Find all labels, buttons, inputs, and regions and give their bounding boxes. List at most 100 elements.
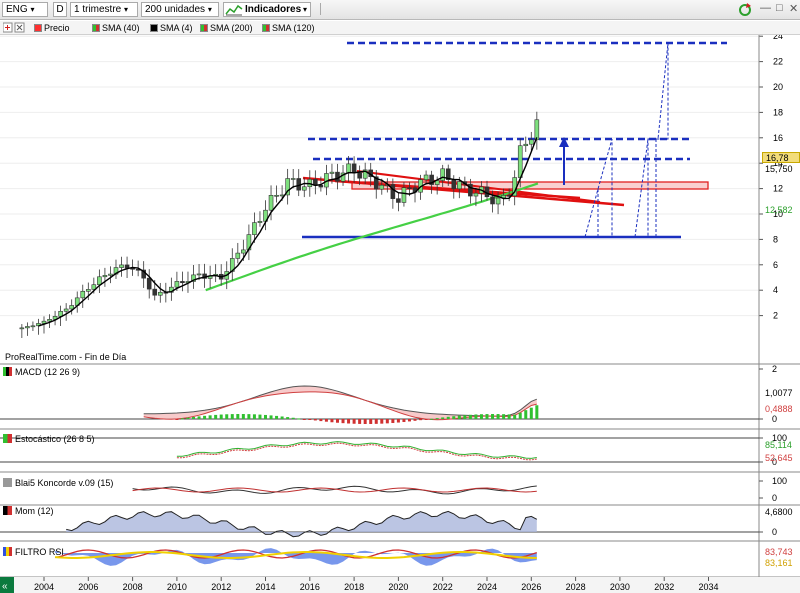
legend-item-price[interactable]: Precio (34, 22, 70, 34)
macd-histogram-bar (319, 419, 323, 422)
candle-body (157, 291, 163, 296)
chart-area[interactable]: 2468101214161820222426 20 1000 1000 0 20… (0, 35, 800, 593)
koncorde-line-1 (132, 485, 537, 495)
macd-header[interactable]: MACD (12 26 9) (3, 367, 80, 377)
macd-tag-2: 0,4888 (765, 404, 793, 414)
macd-histogram-bar (385, 419, 389, 424)
candle-body (451, 179, 457, 190)
legend-item-sma200[interactable]: SMA (200) (200, 22, 253, 34)
candle-body (152, 288, 158, 296)
candle-body (63, 308, 69, 312)
chevron-down-icon: ▾ (207, 5, 212, 14)
separator (316, 2, 326, 17)
macd-histogram-bar (352, 419, 356, 424)
filtro-rsi-header[interactable]: FILTRO RSI (3, 547, 64, 557)
stochastic-header[interactable]: Estocástico (26 8 5) (3, 434, 95, 444)
macd-histogram-bar (258, 414, 262, 419)
macd-histogram-bar (396, 419, 400, 423)
rsi-tag-1: 83,743 (765, 547, 793, 557)
timeframe-selector[interactable]: 1 trimestre ▾ (70, 2, 138, 17)
d-label: D (56, 4, 64, 15)
x-tick-label: 2026 (521, 582, 541, 592)
momentum-header[interactable]: Mom (12) (3, 506, 54, 516)
indicators-button[interactable]: Indicadores ▾ (223, 2, 311, 17)
macd-histogram-bar (507, 414, 511, 419)
toolbar: ENG ▾ D 1 trimestre ▾ 200 unidades ▾ Ind… (0, 0, 800, 20)
tick-label: 0 (772, 527, 777, 537)
candle-body (30, 325, 36, 328)
x-tick-label: 2004 (34, 582, 54, 592)
timeframe-label: 1 trimestre (74, 4, 122, 15)
macd-histogram-bar (452, 416, 456, 419)
candle-body (119, 264, 124, 268)
macd-histogram-bar (341, 419, 345, 424)
legend-label: SMA (200) (210, 23, 253, 33)
maximize-icon[interactable]: □ (776, 2, 787, 17)
macd-swatch-icon (3, 367, 12, 376)
minimize-icon[interactable]: — (760, 2, 772, 17)
x-tick-label: 2014 (256, 582, 276, 592)
candle-body (440, 168, 446, 181)
stochastic-label: Estocástico (26 8 5) (15, 434, 95, 444)
symbol-selector[interactable]: ENG ▾ (2, 2, 48, 17)
candle-body (25, 326, 30, 329)
stoch-tag-1: 85,114 (765, 440, 792, 450)
candle-body (252, 222, 257, 235)
macd-histogram-bar (313, 419, 317, 421)
d-button[interactable]: D (53, 2, 67, 17)
stoch-d-line (176, 442, 537, 461)
price-drawings (302, 41, 727, 239)
macd-histogram-bar (485, 414, 489, 419)
y-tick-label: 12 (773, 184, 783, 194)
candle-body (124, 264, 130, 269)
tick-label: 100 (772, 476, 787, 486)
macd-histogram-bar (491, 414, 495, 419)
macd-histogram-bar (358, 419, 362, 424)
x-tick-label: 2030 (610, 582, 630, 592)
close-icon[interactable]: ✕ (789, 2, 799, 17)
legend-label: SMA (4) (160, 23, 193, 33)
y-tick-label: 16 (773, 133, 783, 143)
macd-histogram-bar (529, 407, 533, 419)
koncorde-header[interactable]: Blai5 Koncorde v.09 (15) (3, 478, 113, 488)
mom-fill (66, 511, 537, 537)
macd-histogram-bar (286, 417, 290, 419)
candle-body (346, 163, 351, 174)
macd-histogram-bar (208, 415, 212, 419)
tick-label: 2 (772, 364, 777, 374)
candle-body (146, 277, 152, 290)
candle-body (174, 281, 180, 288)
candle-body (108, 273, 113, 276)
macd-histogram-bar (513, 414, 517, 419)
macd-panel: 20 (0, 364, 777, 424)
y-tick-label: 2 (773, 311, 778, 321)
legend-item-sma4[interactable]: SMA (4) (150, 22, 193, 34)
legend-item-sma40[interactable]: SMA (40) (92, 22, 140, 34)
price-candles (19, 111, 540, 339)
candle-body (423, 174, 429, 180)
source-label: ProRealTime.com - Fin de Día (5, 352, 127, 362)
macd-histogram-bar (380, 419, 384, 424)
legend-item-sma120[interactable]: SMA (120) (262, 22, 315, 34)
macd-histogram-bar (496, 414, 500, 419)
macd-histogram-bar (535, 405, 539, 419)
macd-label: MACD (12 26 9) (15, 367, 81, 377)
candle-body (351, 163, 357, 174)
macd-histogram-bar (502, 414, 506, 419)
refresh-icon[interactable] (737, 2, 753, 17)
units-selector[interactable]: 200 unidades ▾ (141, 2, 219, 17)
legend-label: SMA (120) (272, 23, 315, 33)
candle-body (97, 276, 102, 285)
sma120-swatch-icon (262, 24, 270, 32)
macd-histogram-bar (474, 414, 478, 419)
chart-tools-icon[interactable] (3, 22, 33, 34)
stochastic-swatch-icon (3, 434, 12, 443)
macd-histogram-bar (424, 419, 428, 420)
macd-histogram-bar (335, 419, 339, 423)
tick-label: 0 (772, 493, 777, 503)
filtro-rsi-panel (54, 548, 538, 566)
candle-body (86, 289, 91, 292)
momentum-panel: 0 (0, 510, 777, 538)
macd-histogram-bar (225, 414, 229, 419)
candle-body (495, 197, 501, 205)
